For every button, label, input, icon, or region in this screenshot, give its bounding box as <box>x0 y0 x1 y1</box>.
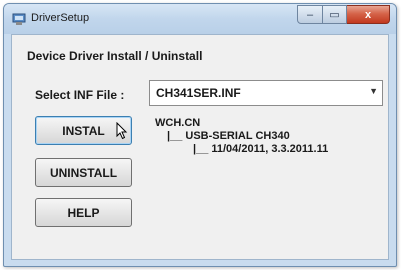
install-button[interactable]: INSTAL <box>35 116 132 145</box>
mouse-pointer-icon <box>116 122 128 140</box>
dialog-client-area: Device Driver Install / Uninstall Select… <box>11 34 389 260</box>
uninstall-button[interactable]: UNINSTALL <box>35 158 132 187</box>
window-title: DriverSetup <box>31 12 90 24</box>
select-inf-label: Select INF File : <box>35 88 125 102</box>
minimize-icon: – <box>306 8 314 21</box>
tree-version: |__ 11/04/2011, 3.3.2011.11 <box>193 143 329 155</box>
driver-setup-app-icon <box>12 13 26 25</box>
help-button-label: HELP <box>67 205 100 220</box>
uninstall-button-label: UNINSTALL <box>49 165 118 180</box>
close-button[interactable]: x <box>347 5 390 24</box>
driver-setup-window: DriverSetup – ▭ x Device Driver Install … <box>3 3 397 267</box>
help-button[interactable]: HELP <box>35 198 132 227</box>
driver-tree: WCH.CN |__ USB-SERIAL CH340 |__ 11/04/20… <box>149 113 381 226</box>
maximize-icon: ▭ <box>329 9 340 21</box>
title-bar[interactable]: DriverSetup – ▭ x <box>4 4 396 34</box>
tree-device: |__ USB-SERIAL CH340 <box>167 130 290 142</box>
caption-buttons: – ▭ x <box>297 5 390 24</box>
install-button-label: INSTAL <box>62 123 105 138</box>
group-heading: Device Driver Install / Uninstall <box>27 49 203 63</box>
inf-file-select[interactable]: CH341SER.INF ▼ <box>149 80 383 106</box>
chevron-down-icon[interactable]: ▼ <box>369 86 378 96</box>
close-icon: x <box>364 8 372 21</box>
tree-vendor: WCH.CN <box>155 117 201 129</box>
inf-file-select-value: CH341SER.INF <box>156 86 241 100</box>
minimize-button[interactable]: – <box>297 5 323 24</box>
maximize-button[interactable]: ▭ <box>323 5 347 24</box>
